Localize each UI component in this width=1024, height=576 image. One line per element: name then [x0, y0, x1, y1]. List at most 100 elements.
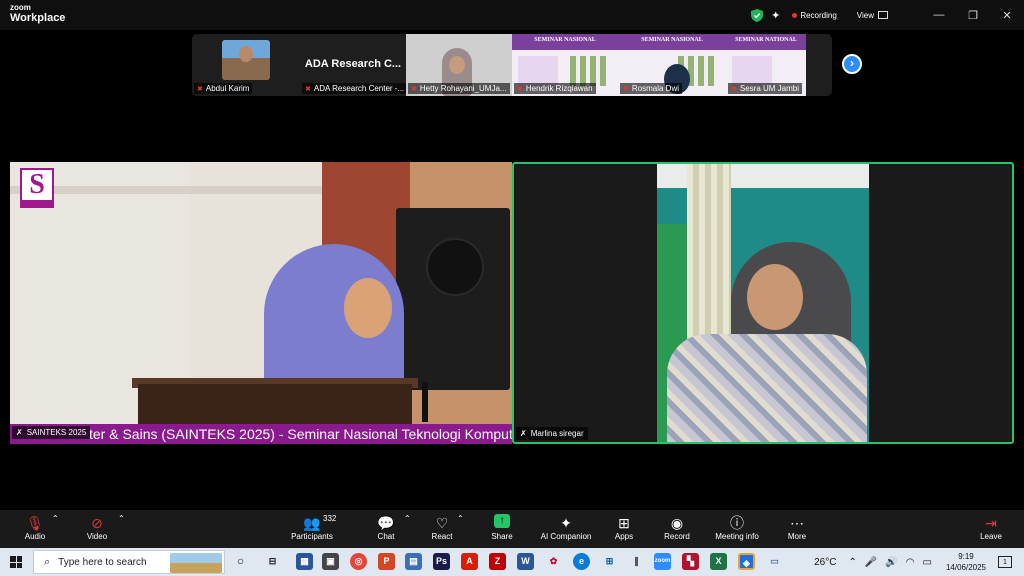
participant-name: Rosmala Dwi: [631, 84, 679, 93]
chrome-icon[interactable]: ◎: [350, 553, 367, 570]
record-button[interactable]: ◉ Record: [662, 514, 692, 541]
microphone-icon[interactable]: 🎤: [865, 557, 877, 568]
filezilla-icon[interactable]: Z: [489, 553, 506, 570]
app-icon[interactable]: ▤: [405, 553, 422, 570]
windows-start-icon[interactable]: [10, 556, 22, 568]
title-bar: zoom Workplace ✦ Recording View — ❐ ✕: [0, 0, 1024, 30]
zoom-icon[interactable]: zoom: [654, 553, 671, 570]
pin-icon: ✗: [16, 428, 23, 437]
taskbar-search-input[interactable]: ⌕ Type here to search: [33, 550, 225, 574]
microphone: [422, 382, 428, 422]
recording-indicator[interactable]: Recording: [800, 11, 836, 20]
weather-temperature[interactable]: 26°C: [814, 557, 836, 568]
system-clock[interactable]: 9:19 14/06/2025: [946, 551, 986, 573]
next-page-button[interactable]: ›: [842, 54, 862, 74]
sainteks-logo: S: [20, 168, 54, 208]
share-label: Share: [491, 532, 513, 541]
leave-label: Leave: [980, 532, 1002, 541]
speaker-clothing: [667, 334, 867, 442]
windows-taskbar: ⌕ Type here to search ○ ⊟ ▦ ▣ ◎ P ▤ Ps A…: [0, 548, 1024, 576]
participant-name: ADA Research Center -...: [313, 84, 405, 93]
participant-tile[interactable]: SEMINAR NASIONAL ✖ Hendrik Rizqiawan: [512, 34, 618, 96]
audio-button[interactable]: 🎙 Audio: [22, 514, 48, 541]
audio-options-chevron-icon[interactable]: ⌃: [52, 514, 59, 523]
app-icon[interactable]: ▚: [682, 553, 699, 570]
minimize-button[interactable]: —: [922, 9, 956, 21]
apps-grid-icon: ⊞: [618, 515, 630, 531]
acrobat-icon[interactable]: A: [461, 553, 478, 570]
speaker-face: [344, 278, 392, 338]
muted-mic-icon: ✖: [517, 85, 523, 93]
meeting-info-button[interactable]: ⓘ Meeting info: [710, 514, 764, 541]
restore-button[interactable]: ❐: [956, 9, 990, 22]
info-icon: ⓘ: [730, 515, 744, 531]
video-button[interactable]: ⊘ Video: [84, 514, 110, 541]
app-icon[interactable]: ▦: [296, 553, 313, 570]
close-button[interactable]: ✕: [990, 9, 1024, 22]
view-grid-icon[interactable]: [878, 11, 888, 19]
main-video-sainteks[interactable]: S ter & Sains (SAINTEKS 2025) - Seminar …: [10, 162, 512, 444]
ai-companion-label: AI Companion: [540, 532, 592, 541]
app-icon[interactable]: ▭: [766, 553, 783, 570]
participant-tile[interactable]: ✖ Abdul Karim: [192, 34, 300, 96]
video-name: SAINTEKS 2025: [26, 428, 87, 437]
participant-tile[interactable]: SEMINAR NATIONAL ✖ Sesra UM Jambi: [726, 34, 806, 96]
share-button[interactable]: ↑ Share: [488, 514, 516, 541]
share-screen-icon: ↑: [494, 514, 510, 528]
show-hidden-icons-chevron-icon[interactable]: ⌃: [848, 557, 856, 568]
volume-icon[interactable]: 🔊: [885, 557, 897, 568]
leave-button[interactable]: ⇥ Leave: [976, 514, 1006, 541]
ai-companion-button[interactable]: ✦ AI Companion: [536, 514, 596, 541]
task-view-icon[interactable]: ⊟: [264, 553, 281, 570]
apps-button[interactable]: ⊞ Apps: [612, 514, 636, 541]
participant-tile[interactable]: ADA Research C... ✖ ADA Research Center -…: [300, 34, 406, 96]
audio-label: Audio: [24, 532, 46, 541]
participant-tile[interactable]: ✖ Hetty Rohayani_UMJa...: [406, 34, 512, 96]
ticker-text: ter & Sains (SAINTEKS 2025) - Seminar Na…: [89, 426, 512, 442]
photoshop-icon[interactable]: Ps: [433, 553, 450, 570]
clock-date: 14/06/2025: [945, 563, 986, 572]
meeting-info-label: Meeting info: [715, 532, 759, 541]
sparkle-icon: ✦: [560, 515, 572, 531]
pin-icon: ✗: [520, 429, 527, 438]
powerpoint-icon[interactable]: P: [378, 553, 395, 570]
view-button[interactable]: View: [857, 11, 874, 20]
muted-microphone-icon: 🎙: [26, 515, 44, 531]
wall-trim: [10, 186, 330, 194]
loudspeaker: [396, 208, 510, 390]
app-icon[interactable]: ∥: [628, 553, 645, 570]
cortana-icon[interactable]: ○: [232, 553, 249, 570]
app-icon[interactable]: ▣: [322, 553, 339, 570]
more-button[interactable]: ⋯ More: [784, 514, 810, 541]
wifi-icon[interactable]: ◠: [906, 557, 915, 568]
app-icon[interactable]: ✿: [545, 553, 562, 570]
poster-logos: [570, 56, 610, 86]
participant-name: Abdul Karim: [205, 84, 250, 93]
react-options-chevron-icon[interactable]: ⌃: [457, 514, 464, 523]
search-highlight-image: [170, 553, 222, 573]
clock-time: 9:19: [958, 552, 974, 561]
notification-center-icon[interactable]: 1: [998, 556, 1012, 568]
excel-icon[interactable]: X: [710, 553, 727, 570]
chat-button[interactable]: 💬 Chat: [374, 514, 398, 541]
app-icon[interactable]: ⊞: [601, 553, 618, 570]
word-icon[interactable]: W: [517, 553, 534, 570]
participant-name: Hendrik Rizqiawan: [525, 84, 593, 93]
video-options-chevron-icon[interactable]: ⌃: [118, 514, 125, 523]
app-icon[interactable]: ◈: [738, 553, 755, 570]
more-label: More: [787, 532, 807, 541]
chat-options-chevron-icon[interactable]: ⌃: [404, 514, 411, 523]
meeting-toolbar: 🎙 Audio ⌃ ⊘ Video ⌃ 👥 Participants 332 💬…: [0, 510, 1024, 548]
participant-tile[interactable]: SEMINAR NASIONAL ✖ Rosmala Dwi: [618, 34, 726, 96]
encryption-shield-icon[interactable]: [751, 8, 764, 22]
battery-icon[interactable]: ▭: [923, 557, 932, 568]
main-video-active-speaker[interactable]: ✗ Marlina siregar: [512, 162, 1014, 444]
muted-mic-icon: ✖: [305, 85, 311, 93]
record-label: Record: [664, 532, 690, 541]
react-button[interactable]: ♡ React: [428, 514, 456, 541]
camera-feed: [657, 164, 869, 442]
participant-face: [449, 56, 465, 74]
edge-icon[interactable]: e: [573, 553, 590, 570]
ai-companion-spark-icon[interactable]: ✦: [771, 9, 780, 22]
chat-bubble-icon: 💬: [377, 515, 395, 531]
